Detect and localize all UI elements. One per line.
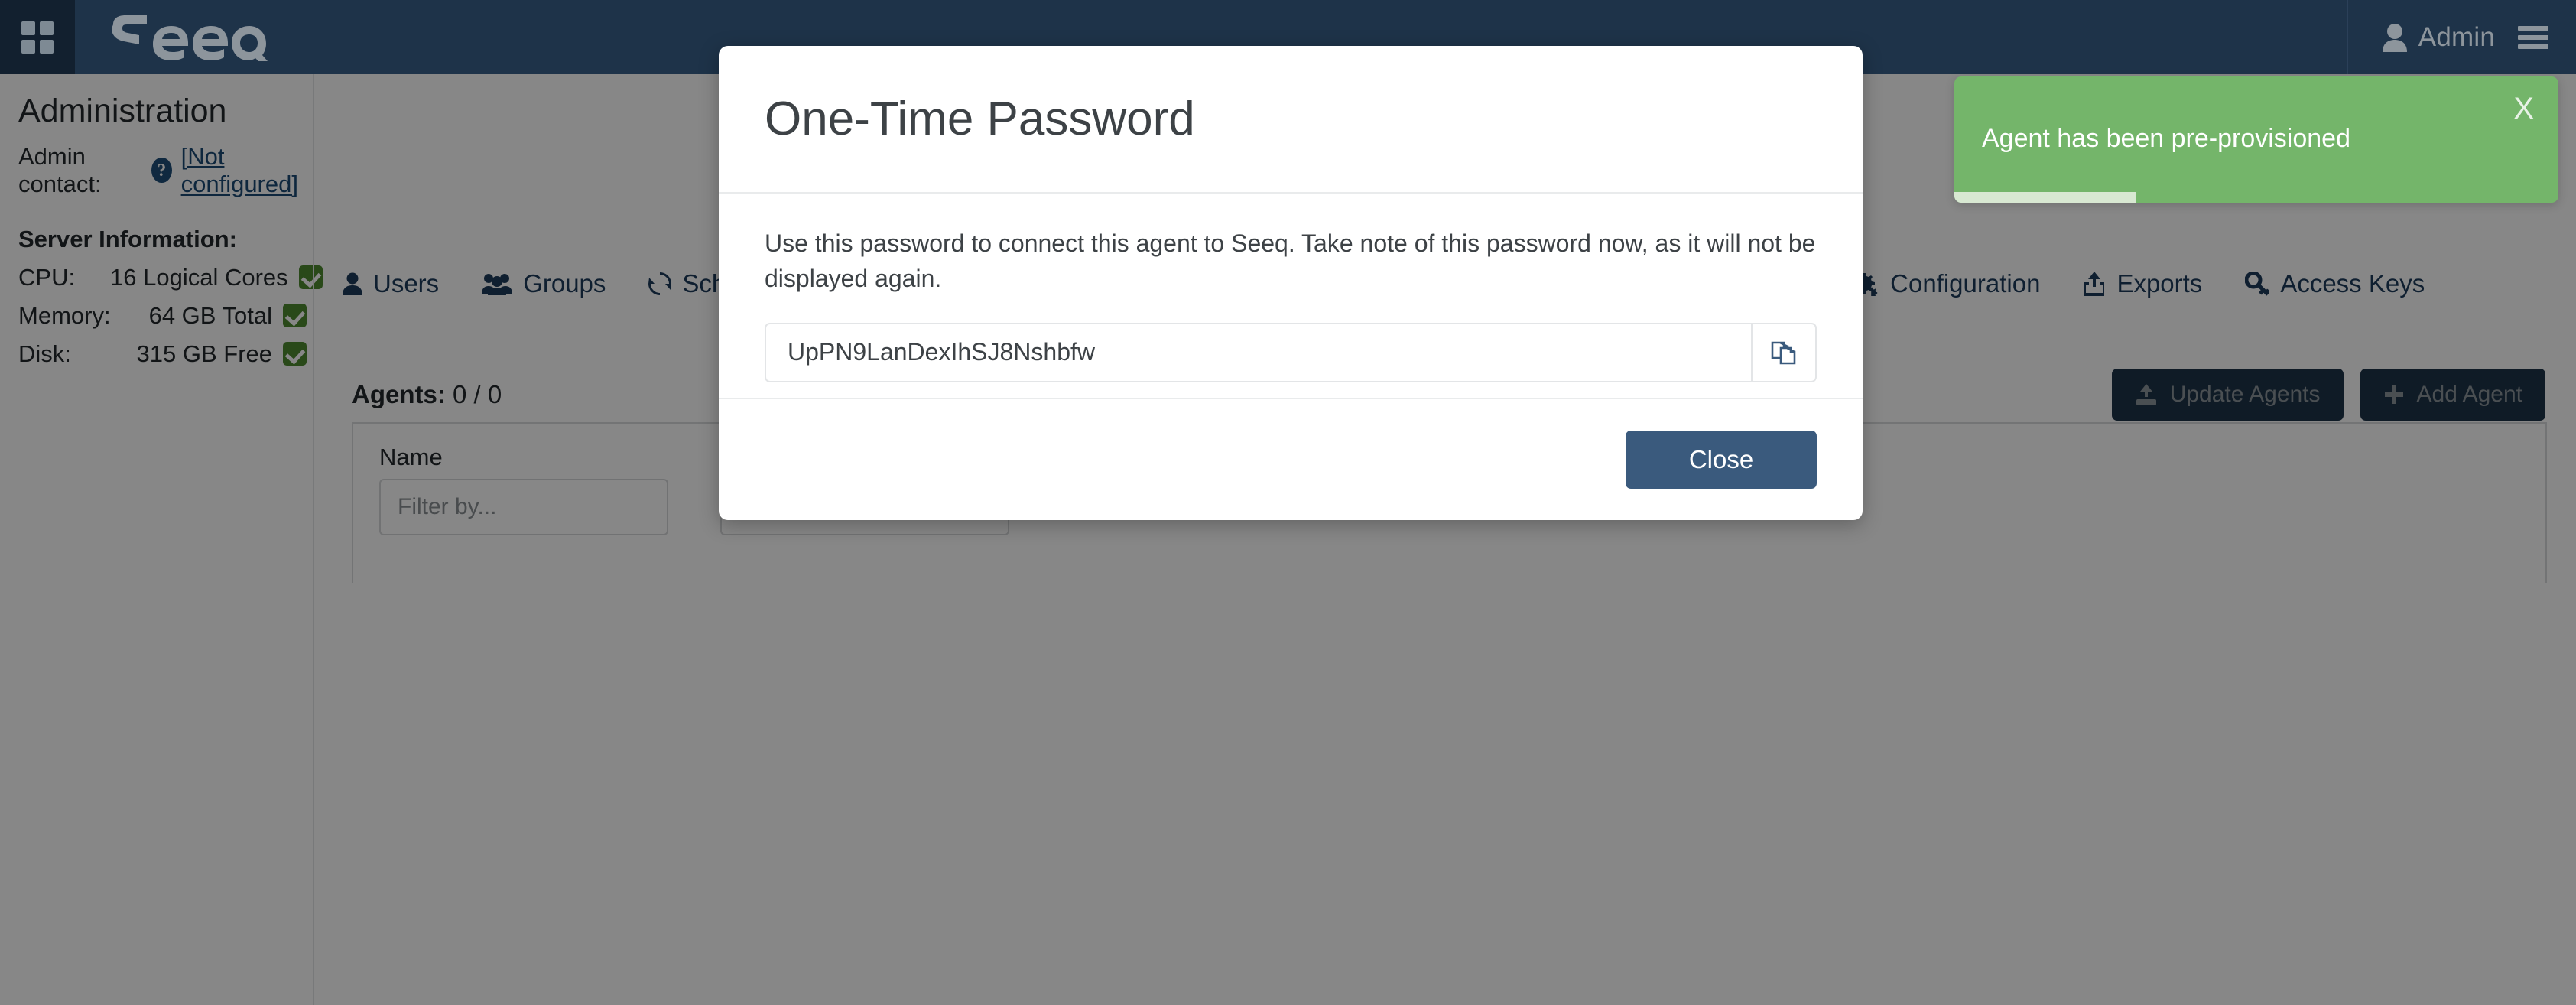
one-time-password-modal: One-Time Password Use this password to c… — [719, 46, 1863, 520]
toast-progress-bar — [1954, 192, 2136, 203]
password-input-group — [765, 322, 1817, 382]
app-launcher-button[interactable] — [0, 0, 75, 74]
user-menu-button[interactable]: Admin — [2382, 22, 2495, 53]
user-icon — [2382, 23, 2407, 52]
user-menu-label: Admin — [2418, 21, 2495, 52]
copy-password-button[interactable] — [1751, 322, 1817, 382]
seeq-logo[interactable] — [107, 14, 268, 61]
close-x-icon[interactable]: X — [2513, 93, 2534, 124]
modal-body: Use this password to connect this agent … — [719, 194, 1863, 398]
modal-description: Use this password to connect this agent … — [765, 229, 1816, 293]
modal-title: One-Time Password — [765, 93, 1195, 145]
admin-page-root: Admin Administration Admin contact: ? [N… — [0, 0, 2576, 1005]
close-button[interactable]: Close — [1626, 431, 1817, 489]
copy-icon — [1771, 341, 1796, 365]
hamburger-menu-icon[interactable] — [2518, 25, 2548, 49]
toast-message: Agent has been pre-provisioned — [1982, 124, 2350, 153]
toast-notification: Agent has been pre-provisioned X — [1954, 76, 2558, 203]
modal-footer: Close — [719, 398, 1863, 520]
grid-apps-icon — [21, 21, 54, 54]
topbar-right-cluster: Admin — [2346, 0, 2576, 74]
modal-header: One-Time Password — [719, 46, 1863, 194]
one-time-password-input[interactable] — [765, 322, 1751, 382]
